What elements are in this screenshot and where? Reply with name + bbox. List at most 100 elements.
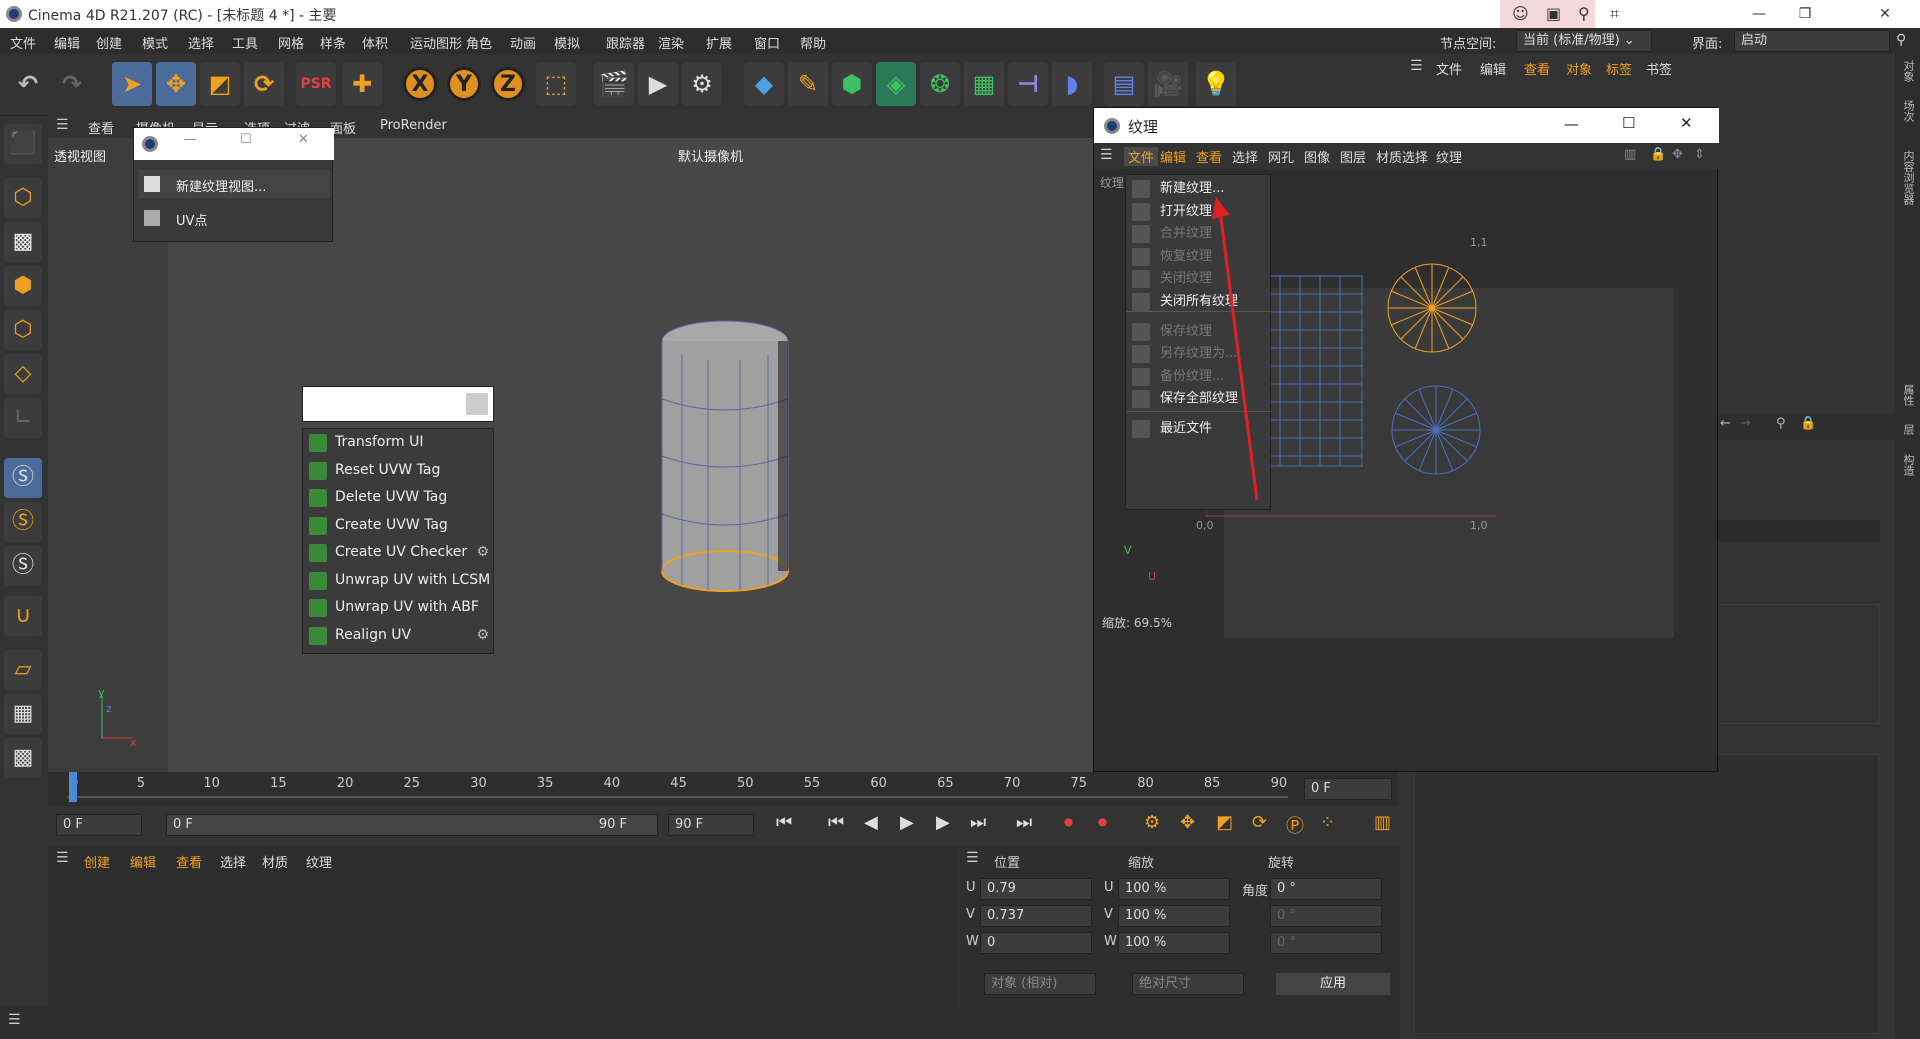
uv-menu-item[interactable]: Create UV Checker ⚙	[303, 539, 495, 566]
menu-icon[interactable]: ☰	[1410, 58, 1423, 74]
texture-menu-4[interactable]: 网孔	[1268, 147, 1294, 166]
timeline-icon[interactable]: ▥	[1374, 812, 1391, 833]
object-menu-4[interactable]: 标签	[1606, 59, 1632, 78]
workplane-icon[interactable]: ▱	[4, 650, 42, 690]
move-view-icon[interactable]: ✥	[1672, 147, 1683, 162]
node-space-select[interactable]: 当前 (标准/物理) ⌄	[1516, 30, 1652, 52]
uv-menu-item[interactable]: Unwrap UV with LCSM	[303, 567, 495, 594]
go-end-icon[interactable]: ⏭	[1016, 812, 1032, 833]
close-button[interactable]: ✕	[298, 132, 309, 147]
material-menu-3[interactable]: 选择	[220, 852, 246, 871]
position-field[interactable]: 0.79	[980, 878, 1092, 900]
nav-back-icon[interactable]: ←	[1720, 416, 1731, 431]
lock-workplane-icon[interactable]: ▦	[4, 694, 42, 734]
key-param-icon[interactable]: Ⓟ	[1286, 812, 1304, 838]
apply-button[interactable]: 应用	[1276, 973, 1390, 995]
gear-icon[interactable]: ⚙	[476, 622, 489, 649]
uv-menu-item[interactable]: Reset UVW Tag	[303, 457, 495, 484]
next-key-icon[interactable]: ⏭	[970, 812, 986, 833]
menu-10[interactable]: 角色	[466, 33, 492, 52]
texture-menu-7[interactable]: 材质选择	[1376, 147, 1428, 166]
uv-menu-item[interactable]: Transform UI	[303, 429, 495, 456]
material-menu-2[interactable]: 查看	[176, 852, 202, 871]
material-menu-4[interactable]: 材质	[262, 852, 288, 871]
coordinate-system-icon[interactable]: ⬚	[536, 62, 576, 106]
viewport-menu-6[interactable]: ProRender	[380, 118, 447, 133]
nav-forward-icon[interactable]: →	[1740, 416, 1751, 431]
menu-icon[interactable]: ☰	[966, 850, 979, 866]
menu-11[interactable]: 动画	[510, 33, 536, 52]
redo-icon[interactable]: ↷	[52, 62, 92, 106]
menu-5[interactable]: 工具	[232, 33, 258, 52]
snap-mode-icon[interactable]: Ⓢ	[4, 546, 42, 586]
texture-mode-icon[interactable]: ▩	[4, 222, 42, 262]
rotation-field[interactable]: 0 °	[1270, 932, 1382, 954]
menu-icon[interactable]: ☰	[56, 117, 69, 133]
key-scale-icon[interactable]: ◩	[1216, 812, 1233, 833]
keyframe-icon[interactable]: ⚙	[1144, 812, 1160, 833]
side-tab[interactable]: 层	[1900, 424, 1916, 435]
side-tab[interactable]: 构造	[1900, 454, 1916, 476]
material-menu-0[interactable]: 创建	[84, 852, 110, 871]
scale-field[interactable]: 100 %	[1118, 878, 1230, 900]
render-view-icon[interactable]: 🎬	[594, 62, 634, 106]
subdivision-icon[interactable]: ⬢	[832, 62, 872, 106]
axis-mode-icon[interactable]: ∟	[4, 398, 42, 438]
histogram-icon[interactable]: ▥	[1624, 147, 1636, 162]
object-menu-5[interactable]: 书签	[1646, 59, 1672, 78]
menu-9[interactable]: 运动图形	[410, 33, 462, 52]
undo-icon[interactable]: ↶	[8, 62, 48, 106]
scale-field[interactable]: 100 %	[1118, 905, 1230, 927]
key-position-icon[interactable]: ✥	[1180, 812, 1195, 833]
rotation-field[interactable]: 0 °	[1270, 905, 1382, 927]
lock-icon[interactable]: 🔒	[1800, 416, 1816, 431]
uv-menu-item[interactable]: Unwrap UV with ABF	[303, 594, 495, 621]
texture-menu-3[interactable]: 选择	[1232, 147, 1258, 166]
object-menu-0[interactable]: 文件	[1436, 59, 1462, 78]
menu-8[interactable]: 体积	[362, 33, 388, 52]
y-axis-icon[interactable]: Y	[444, 62, 484, 106]
polygons-mode-icon[interactable]: ◇	[4, 354, 42, 394]
close-button[interactable]	[466, 393, 488, 415]
material-menu-5[interactable]: 纹理	[306, 852, 332, 871]
model-mode-icon[interactable]: ⬡	[4, 178, 42, 218]
side-tab[interactable]: 属性	[1900, 384, 1916, 406]
menu-1[interactable]: 编辑	[54, 33, 80, 52]
avatar-icon[interactable]: ☺	[1512, 4, 1529, 23]
end-frame-field[interactable]: 90 F	[668, 814, 754, 836]
snap-icon[interactable]: Ⓢ	[4, 458, 42, 498]
start-frame-field[interactable]: 0 F	[56, 814, 142, 836]
rotate-tool-icon[interactable]: ⟳	[244, 62, 284, 106]
crop-icon[interactable]: ⌗	[1610, 4, 1619, 24]
menu-15[interactable]: 扩展	[706, 33, 732, 52]
menu-2[interactable]: 创建	[96, 33, 122, 52]
maximize-button[interactable]: ☐	[240, 132, 252, 147]
record-icon[interactable]: ⏺	[1064, 812, 1073, 833]
light-icon[interactable]: 💡	[1196, 62, 1236, 106]
rotation-field[interactable]: 0 °	[1270, 878, 1382, 900]
key-pla-icon[interactable]: ⁘	[1320, 812, 1335, 833]
object-menu-2[interactable]: 查看	[1524, 59, 1550, 78]
mograph-icon[interactable]: ▦	[964, 62, 1004, 106]
move-tool-icon[interactable]: ✥	[156, 62, 196, 106]
menu-17[interactable]: 帮助	[800, 33, 826, 52]
material-menu-1[interactable]: 编辑	[130, 852, 156, 871]
texture-menu-0[interactable]: 文件	[1124, 147, 1159, 166]
range-slider[interactable]: 0 F 90 F	[166, 814, 658, 836]
texture-menu-8[interactable]: 纹理	[1436, 147, 1462, 166]
minimize-button[interactable]: —	[1736, 0, 1782, 28]
select-tool-icon[interactable]: ➤	[112, 62, 152, 106]
menu-7[interactable]: 样条	[320, 33, 346, 52]
psr-icon[interactable]: PSR	[296, 62, 336, 106]
scale-field[interactable]: 100 %	[1118, 932, 1230, 954]
menu-12[interactable]: 模拟	[554, 33, 580, 52]
x-axis-icon[interactable]: X	[400, 62, 440, 106]
key-rotation-icon[interactable]: ⟳	[1252, 812, 1267, 833]
coord-mode-select[interactable]: 对象 (相对)	[984, 973, 1096, 995]
menu-13[interactable]: 跟踪器	[606, 33, 645, 52]
menu-16[interactable]: 窗口	[754, 33, 780, 52]
position-field[interactable]: 0.737	[980, 905, 1092, 927]
menu-4[interactable]: 选择	[188, 33, 214, 52]
play-icon[interactable]: ▶	[900, 812, 914, 833]
autokey-icon[interactable]: ⏺	[1098, 812, 1107, 833]
